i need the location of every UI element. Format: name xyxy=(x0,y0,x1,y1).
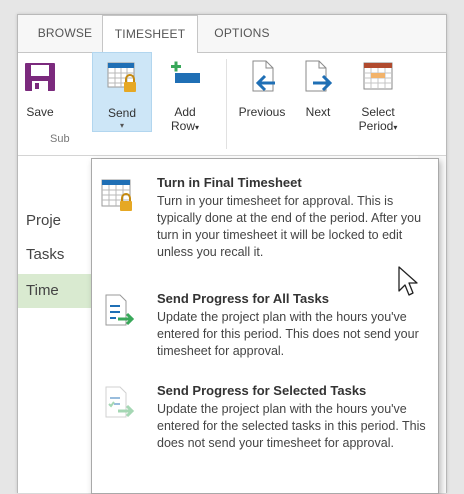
send-selected-progress-icon xyxy=(105,386,135,418)
previous-label: Previous xyxy=(238,105,286,119)
menu-item-title: Send Progress for All Tasks xyxy=(157,291,329,306)
ribbon-tabs: BROWSE TIMESHEET OPTIONS xyxy=(18,15,446,54)
chevron-down-icon: ▾ xyxy=(195,123,200,132)
tab-timesheet[interactable]: TIMESHEET xyxy=(102,15,198,54)
menu-item-send-progress-all-tasks[interactable]: Send Progress for All Tasks Update the p… xyxy=(92,289,438,383)
tab-options[interactable]: OPTIONS xyxy=(198,15,286,52)
next-period-button[interactable]: Next xyxy=(296,53,340,131)
save-label: Save xyxy=(26,105,54,119)
add-row-icon xyxy=(171,61,200,83)
ribbon-separator xyxy=(226,59,227,149)
menu-item-description: Update the project plan with the hours y… xyxy=(157,310,419,358)
menu-item-description: Turn in your timesheet for approval. Thi… xyxy=(157,194,422,259)
timesheet-lock-icon xyxy=(101,179,132,211)
tab-browse[interactable]: BROWSE xyxy=(28,15,102,52)
chevron-down-icon: ▾ xyxy=(119,121,124,130)
select-period-button[interactable]: Select Period▾ xyxy=(348,53,408,133)
send-label: Send ▾ xyxy=(93,106,151,130)
next-label: Next xyxy=(305,105,331,119)
menu-item-description: Update the project plan with the hours y… xyxy=(157,402,426,450)
arrow-left-page-icon xyxy=(252,60,275,92)
menu-item-send-progress-selected-tasks[interactable]: Send Progress for Selected Tasks Update … xyxy=(92,381,438,491)
chevron-down-icon: ▾ xyxy=(393,123,398,132)
menu-item-turn-in-final-timesheet[interactable]: Turn in Final Timesheet Turn in your tim… xyxy=(92,173,438,291)
mouse-pointer-icon xyxy=(398,266,418,296)
save-icon xyxy=(25,63,55,91)
calendar-icon xyxy=(363,62,393,90)
menu-item-title: Turn in Final Timesheet xyxy=(157,175,302,190)
menu-item-title: Send Progress for Selected Tasks xyxy=(157,383,367,398)
send-button[interactable]: Send ▾ xyxy=(92,52,152,132)
timesheet-lock-icon xyxy=(107,62,136,92)
previous-period-button[interactable]: Previous xyxy=(232,53,292,131)
ribbon: Save Send ▾ Add Row▾ Previous Next Selec… xyxy=(18,52,446,156)
send-dropdown-menu: Turn in Final Timesheet Turn in your tim… xyxy=(91,158,439,494)
send-progress-icon xyxy=(105,294,135,326)
ribbon-group-label: Sub xyxy=(50,133,70,145)
arrow-right-page-icon xyxy=(305,60,333,92)
select-period-label: Select Period▾ xyxy=(358,105,398,133)
add-row-button[interactable]: Add Row▾ xyxy=(158,53,212,133)
save-button[interactable]: Save xyxy=(20,53,60,131)
add-row-label: Add Row▾ xyxy=(170,105,200,133)
